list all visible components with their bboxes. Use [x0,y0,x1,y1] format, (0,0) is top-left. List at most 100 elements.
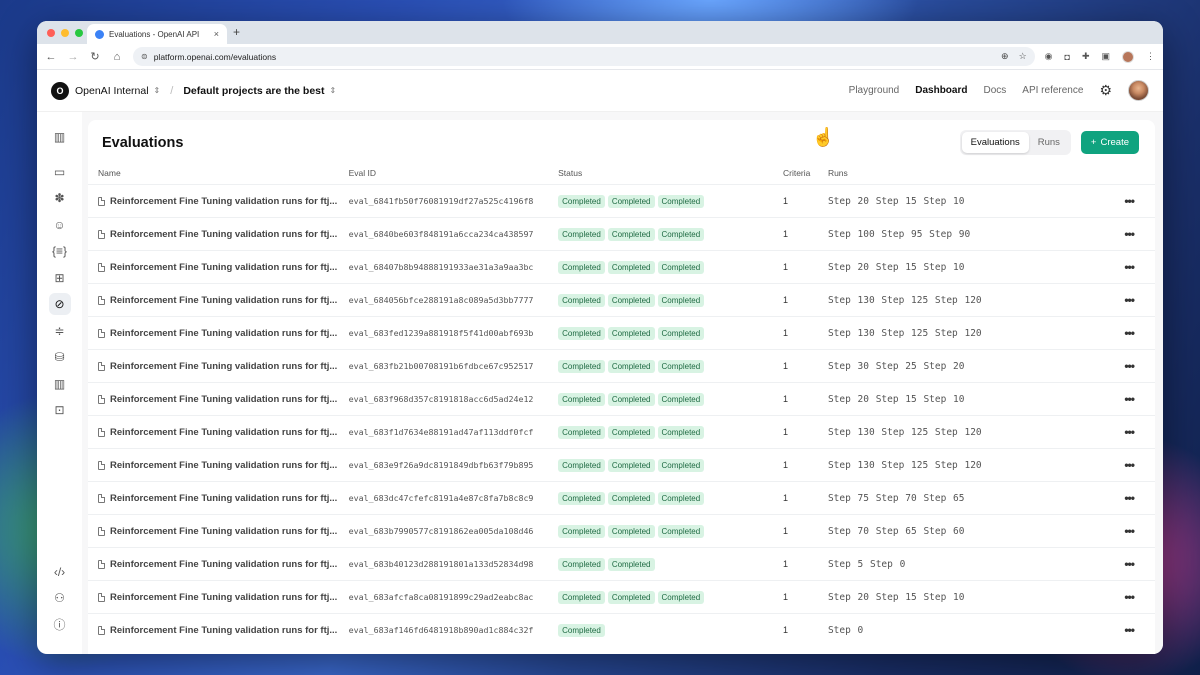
more-options-icon[interactable]: ••• [1124,458,1135,472]
sparkle-icon[interactable]: ✽ [49,187,71,209]
more-options-icon[interactable]: ••• [1124,590,1135,604]
column-header-runs[interactable]: Runs [828,163,1124,185]
table-row[interactable]: Reinforcement Fine Tuning validation run… [88,580,1155,614]
table-row[interactable]: Reinforcement Fine Tuning validation run… [88,382,1155,416]
eval-name[interactable]: Reinforcement Fine Tuning validation run… [110,262,337,273]
org-logo[interactable]: O [51,81,69,100]
create-button[interactable]: + Create [1080,131,1139,154]
browser-menu-icon[interactable]: ⋮ [1146,51,1155,62]
site-info-icon[interactable]: ⊜ [141,52,148,61]
table-row[interactable]: Reinforcement Fine Tuning validation run… [88,547,1155,581]
nav-api-reference[interactable]: API reference [1022,85,1083,96]
extension-icon[interactable]: ◉ [1045,51,1053,62]
eval-name[interactable]: Reinforcement Fine Tuning validation run… [110,592,337,603]
url-text: platform.openai.com/evaluations [153,51,277,62]
criteria-cell: 1 [782,481,828,515]
table-row[interactable]: Reinforcement Fine Tuning validation run… [88,415,1155,449]
toggle-runs[interactable]: Runs [1029,132,1069,153]
toggle-evaluations[interactable]: Evaluations [961,132,1029,153]
runs-cell: Step 100 Step 95 Step 90 [827,217,1125,251]
users-icon[interactable]: ⚇ [49,587,71,609]
chevron-updown-icon[interactable]: ⇕ [330,86,337,95]
more-options-icon[interactable]: ••• [1124,260,1135,274]
browser-tab[interactable]: Evaluations - OpenAI API × [87,24,227,44]
more-options-icon[interactable]: ••• [1124,227,1135,241]
reload-icon[interactable]: ↻ [89,50,101,63]
bar-chart-icon[interactable]: ▥ [49,373,71,395]
sliders-icon[interactable]: ≑ [49,320,71,342]
forward-icon[interactable]: → [67,51,79,63]
camera-icon[interactable]: ◘ [1065,52,1070,62]
eval-name[interactable]: Reinforcement Fine Tuning validation run… [110,559,337,570]
more-options-icon[interactable]: ••• [1124,557,1135,571]
lock-icon[interactable]: ⊡ [49,399,71,421]
sidepanel-icon[interactable]: ▣ [1101,51,1110,62]
table-row[interactable]: Reinforcement Fine Tuning validation run… [88,217,1155,251]
status-badge: Completed [607,392,655,406]
new-tab-button[interactable]: + [233,25,240,39]
eval-name[interactable]: Reinforcement Fine Tuning validation run… [110,427,337,438]
table-row[interactable]: Reinforcement Fine Tuning validation run… [88,481,1155,515]
more-options-icon[interactable]: ••• [1124,326,1135,340]
database-icon[interactable]: ⛁ [49,346,71,368]
chevron-updown-icon[interactable]: ⇕ [154,86,161,95]
more-options-icon[interactable]: ••• [1124,623,1135,637]
assistant-icon[interactable]: ☺ [49,214,71,236]
gear-icon[interactable]: ⚙ [1099,82,1112,99]
eval-name[interactable]: Reinforcement Fine Tuning validation run… [110,625,337,636]
sidebar-toggle-icon[interactable]: ▥ [49,126,71,148]
column-header-status[interactable]: Status [558,163,783,185]
table-row[interactable]: Reinforcement Fine Tuning validation run… [88,283,1155,317]
project-switcher[interactable]: Default projects are the best [183,85,324,97]
table-row[interactable]: Reinforcement Fine Tuning validation run… [88,514,1155,548]
eval-name[interactable]: Reinforcement Fine Tuning validation run… [110,361,337,372]
more-options-icon[interactable]: ••• [1124,392,1135,406]
table-row[interactable]: Reinforcement Fine Tuning validation run… [88,448,1155,482]
address-bar[interactable]: ⊜ platform.openai.com/evaluations ⊕ ☆ [133,47,1035,66]
eval-name[interactable]: Reinforcement Fine Tuning validation run… [110,328,337,339]
more-options-icon[interactable]: ••• [1124,524,1135,538]
nav-playground[interactable]: Playground [849,85,900,96]
minimize-window-button[interactable] [61,29,69,37]
nav-docs[interactable]: Docs [983,85,1006,96]
grid-icon[interactable]: ⊞ [49,267,71,289]
code-icon[interactable]: ‹/› [49,561,71,583]
nav-dashboard[interactable]: Dashboard [915,85,967,96]
user-avatar[interactable] [1128,80,1149,101]
chat-icon[interactable]: ▭ [49,161,71,183]
puzzle-icon[interactable]: ✚ [1082,51,1090,62]
column-header-criteria[interactable]: Criteria [783,163,828,185]
eval-name[interactable]: Reinforcement Fine Tuning validation run… [110,295,337,306]
eval-name[interactable]: Reinforcement Fine Tuning validation run… [110,394,337,405]
table-row[interactable]: Reinforcement Fine Tuning validation run… [88,184,1155,218]
home-icon[interactable]: ⌂ [111,51,123,63]
column-header-eval-id[interactable]: Eval ID [349,163,559,185]
maximize-window-button[interactable] [75,29,83,37]
table-row[interactable]: Reinforcement Fine Tuning validation run… [88,613,1155,647]
eval-name[interactable]: Reinforcement Fine Tuning validation run… [110,229,337,240]
table-row[interactable]: Reinforcement Fine Tuning validation run… [88,250,1155,284]
org-switcher[interactable]: OpenAI Internal [75,85,149,97]
more-options-icon[interactable]: ••• [1124,359,1135,373]
more-options-icon[interactable]: ••• [1124,194,1135,208]
back-icon[interactable]: ← [45,51,57,63]
eval-name[interactable]: Reinforcement Fine Tuning validation run… [110,493,337,504]
profile-avatar[interactable] [1122,50,1134,63]
table-row[interactable]: Reinforcement Fine Tuning validation run… [88,349,1155,383]
help-icon[interactable]: ⓘ [49,614,71,636]
zoom-icon[interactable]: ⊕ [1001,51,1009,62]
status-badge: Completed [558,425,605,439]
column-header-name[interactable]: Name [88,163,349,185]
bookmark-star-icon[interactable]: ☆ [1019,51,1027,62]
more-options-icon[interactable]: ••• [1124,491,1135,505]
eval-name[interactable]: Reinforcement Fine Tuning validation run… [110,196,337,207]
close-tab-icon[interactable]: × [214,29,219,39]
table-row[interactable]: Reinforcement Fine Tuning validation run… [88,316,1155,350]
more-options-icon[interactable]: ••• [1124,293,1135,307]
close-window-button[interactable] [47,29,55,37]
eval-name[interactable]: Reinforcement Fine Tuning validation run… [110,460,337,471]
brackets-icon[interactable]: {≡} [49,240,71,262]
compass-icon[interactable]: ⊘ [48,293,71,315]
eval-name[interactable]: Reinforcement Fine Tuning validation run… [110,526,337,537]
more-options-icon[interactable]: ••• [1124,425,1135,439]
